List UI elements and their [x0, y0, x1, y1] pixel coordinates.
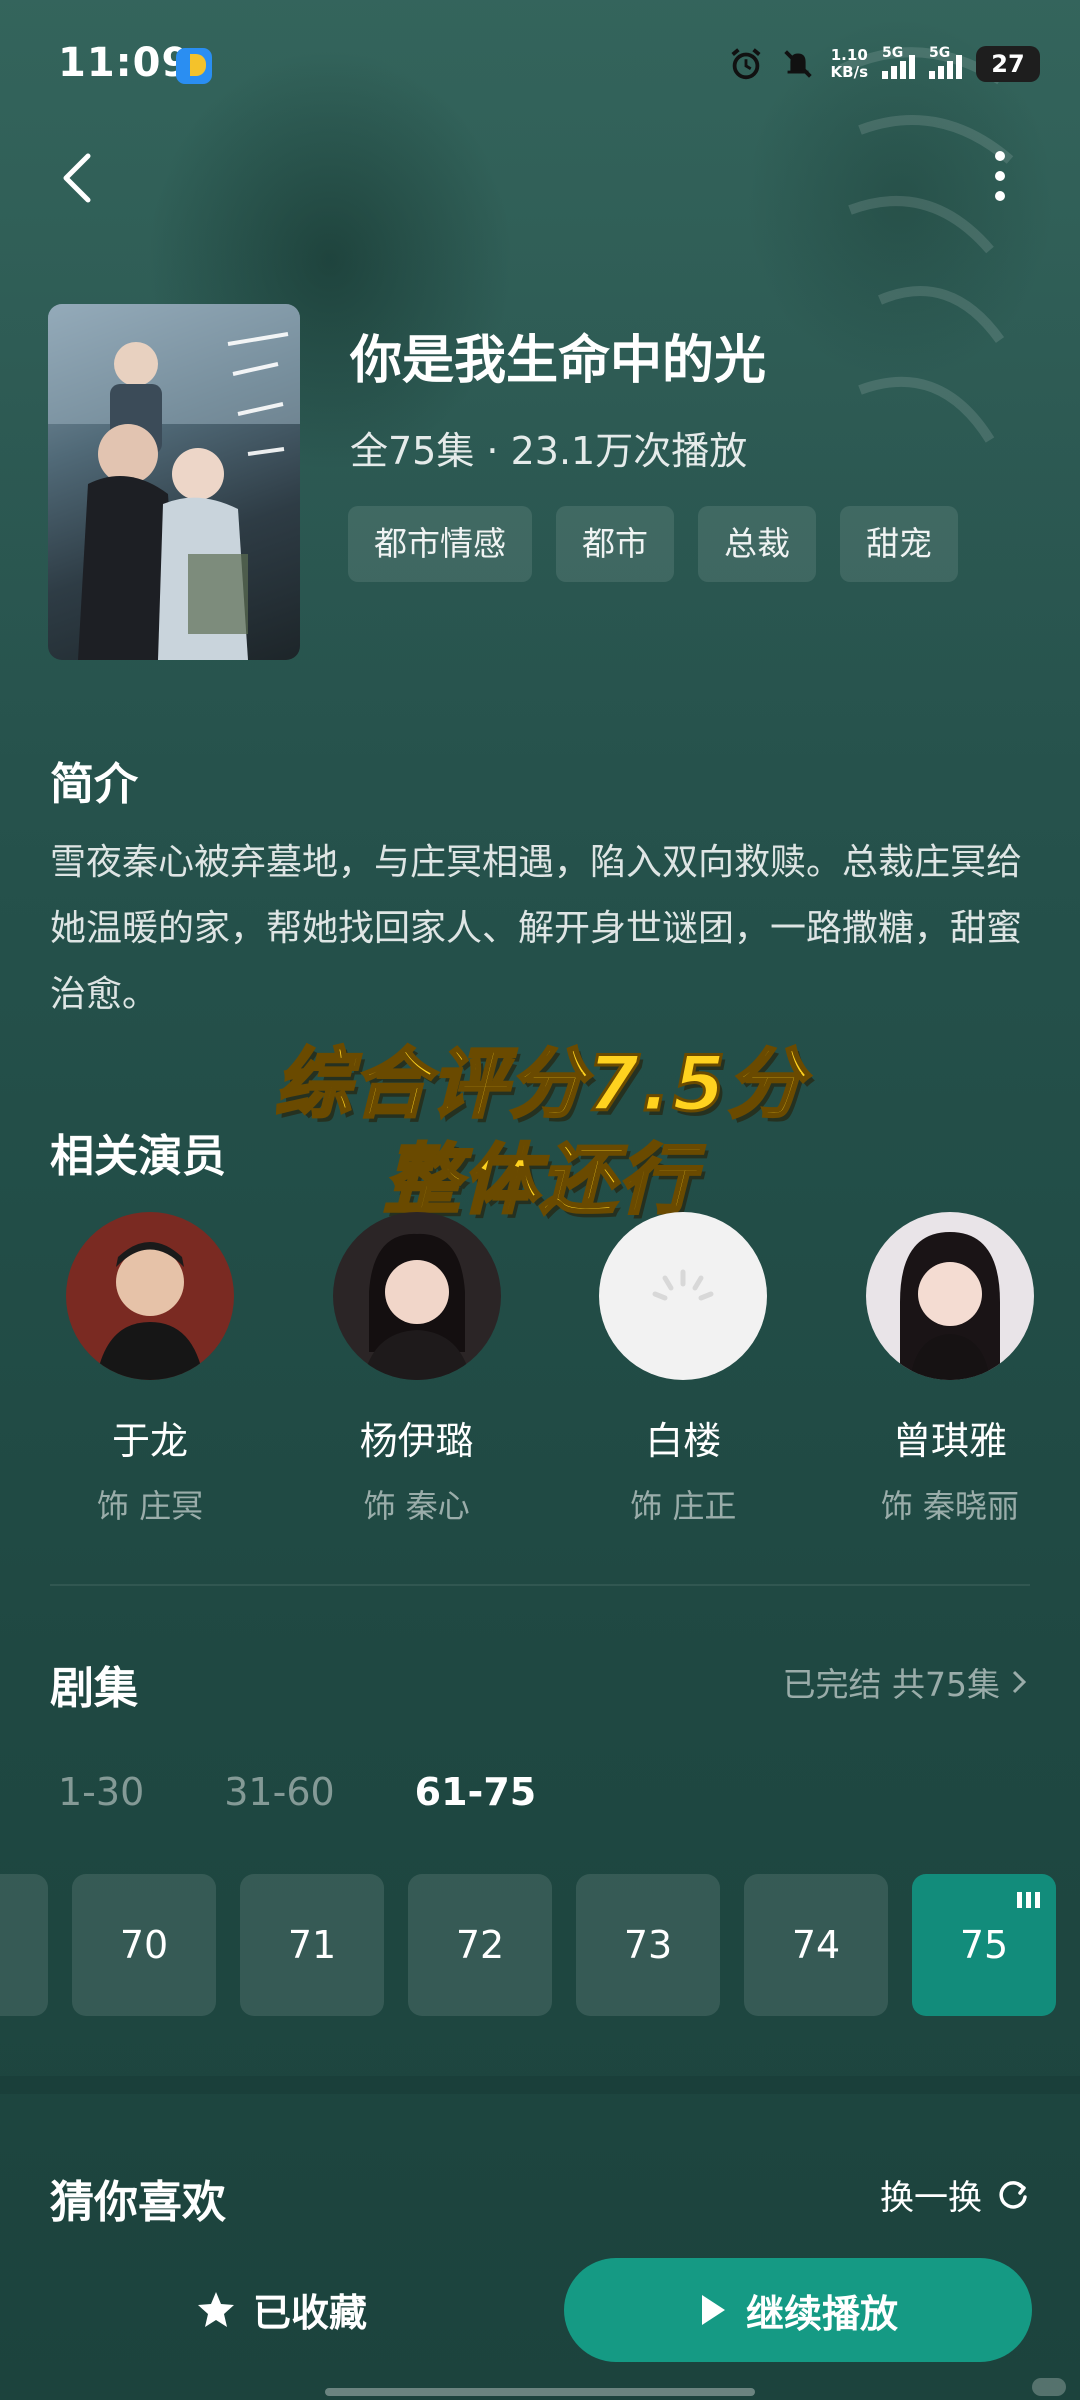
network-speed-unit: KB/s: [830, 63, 868, 81]
poster-artwork: [48, 304, 300, 660]
tag-list: 都市情感 都市 总裁 甜宠: [348, 506, 958, 582]
more-options-icon[interactable]: [980, 145, 1020, 211]
clock: 11:09: [58, 40, 191, 86]
signal-strength-2: 5G: [929, 45, 962, 79]
app-notification-icon: [176, 48, 212, 84]
network-type-label: 5G: [882, 45, 904, 61]
chevron-right-icon: [1012, 1670, 1027, 1694]
star-icon: [198, 2291, 234, 2327]
cast-name: 杨伊璐: [359, 1419, 474, 1463]
alarm-icon: [731, 48, 761, 80]
cast-member[interactable]: 杨伊璐 饰 秦心: [317, 1212, 517, 1542]
home-indicator[interactable]: [325, 2388, 755, 2396]
cast-role: 饰 庄冥: [96, 1487, 204, 1525]
cast-role: 饰 庄正: [630, 1487, 737, 1525]
cast-name: 曾琪雅: [892, 1419, 1007, 1463]
episode-button[interactable]: 73: [576, 1874, 720, 2016]
cast-member[interactable]: 白楼 饰 庄正: [583, 1212, 783, 1542]
cast-heading: 相关演员: [50, 1131, 226, 1182]
episode-range-tabs: 1-30 31-60 61-75: [58, 1770, 616, 1814]
episodes-status-link[interactable]: 已完结 共75集: [783, 1658, 1030, 1706]
overlay-caption-line1: 综合评分7.5分: [273, 1038, 806, 1130]
status-icons: 1.10 KB/s 5G 5G 27: [727, 42, 1040, 86]
episode-button[interactable]: 74: [744, 1874, 888, 2016]
watermark-badge: [1032, 2378, 1066, 2396]
continue-play-label: 继续播放: [745, 2291, 898, 2336]
drama-title: 你是我生命中的光: [350, 331, 767, 391]
tag-chip[interactable]: 甜宠: [840, 506, 958, 582]
network-speed-value: 1.10: [830, 46, 868, 64]
drama-meta: 全75集 · 23.1万次播放: [350, 429, 748, 473]
tab-range-1-30[interactable]: 1-30: [58, 1770, 144, 1814]
cast-member[interactable]: 于龙 饰 庄冥: [50, 1212, 250, 1542]
cast-name: 于龙: [111, 1419, 188, 1463]
avatar: [332, 1212, 501, 1380]
drama-poster[interactable]: [48, 304, 300, 660]
episode-button-partial[interactable]: [0, 1874, 48, 2016]
now-playing-icon: [1017, 1892, 1040, 1908]
episode-button[interactable]: 72: [408, 1874, 552, 2016]
episode-button[interactable]: 70: [72, 1874, 216, 2016]
synopsis-heading: 简介: [50, 759, 138, 810]
avatar: [66, 1212, 234, 1380]
episode-button[interactable]: 71: [240, 1874, 384, 2016]
cast-role: 饰 秦晓丽: [880, 1487, 1020, 1525]
avatar-placeholder: [599, 1212, 768, 1380]
status-bar: 11:09 1.10 KB/s 5G 5G 27: [0, 0, 1080, 130]
episodes-status-text: 已完结 共75集: [782, 1665, 1000, 1704]
tag-chip[interactable]: 都市: [556, 506, 674, 582]
favorite-button[interactable]: 已收藏: [195, 2282, 367, 2337]
recommend-heading: 猜你喜欢: [50, 2177, 226, 2228]
episode-grid: 70 71 72 73 74 75: [0, 1874, 1080, 2016]
favorite-label: 已收藏: [253, 2291, 368, 2335]
episode-button-current[interactable]: 75: [912, 1874, 1056, 2016]
tag-chip[interactable]: 都市情感: [348, 506, 532, 582]
battery-indicator: 27: [976, 46, 1040, 82]
network-type-label: 5G: [929, 45, 951, 61]
mute-bell-icon: [783, 50, 812, 78]
tab-range-61-75[interactable]: 61-75: [415, 1770, 537, 1814]
cast-name: 白楼: [645, 1419, 722, 1463]
cast-list: 于龙 饰 庄冥 杨伊璐 饰 秦心 白楼 饰 庄正 曾琪雅 饰 秦晓丽: [50, 1212, 1050, 1542]
refresh-label: 换一换: [880, 2178, 982, 2218]
section-divider: [50, 1584, 1030, 1586]
cast-member[interactable]: 曾琪雅 饰 秦晓丽: [850, 1212, 1050, 1542]
refresh-button[interactable]: 换一换: [880, 2170, 1030, 2219]
back-icon[interactable]: [50, 148, 110, 208]
tag-chip[interactable]: 总裁: [698, 506, 816, 582]
network-speed: 1.10 KB/s: [831, 47, 868, 81]
episodes-heading: 剧集: [50, 1663, 138, 1714]
continue-play-button[interactable]: 继续播放: [564, 2258, 1032, 2362]
section-separator: [0, 2076, 1080, 2094]
play-icon: [701, 2295, 725, 2325]
tab-range-31-60[interactable]: 31-60: [224, 1770, 334, 1814]
episode-number: 75: [959, 1923, 1009, 1967]
avatar: [865, 1212, 1034, 1380]
signal-strength-1: 5G: [882, 45, 915, 79]
refresh-icon: [999, 2180, 1027, 2209]
synopsis-text: 雪夜秦心被弃墓地，与庄冥相遇，陷入双向救赎。总裁庄冥给她温暖的家，帮她找回家人、…: [50, 842, 1023, 1015]
cast-role: 饰 秦心: [363, 1487, 470, 1525]
